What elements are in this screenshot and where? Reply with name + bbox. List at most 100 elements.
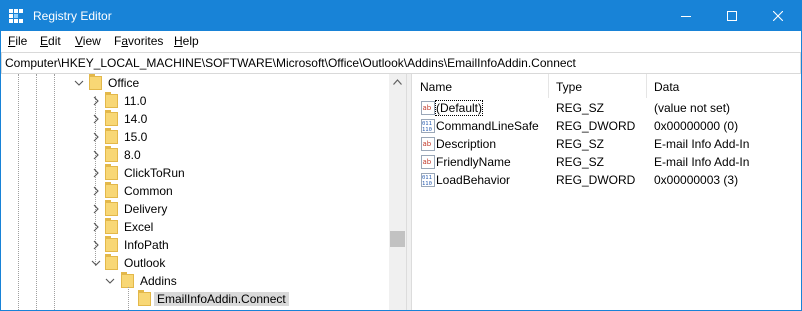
value-data: E-mail Info Add-In bbox=[654, 155, 750, 169]
svg-text:ab: ab bbox=[423, 140, 432, 148]
folder-icon bbox=[89, 74, 102, 90]
tree-item-label: Common bbox=[124, 184, 173, 198]
menu-view-mnemonic: V bbox=[75, 34, 83, 48]
chevron-right-icon[interactable] bbox=[91, 132, 101, 142]
minimize-button[interactable] bbox=[663, 1, 709, 31]
registry-tree[interactable]: Office 11.0 14.0 15.0 8.0 ClickToRun Com… bbox=[1, 74, 406, 310]
tree-item-label: Addins bbox=[140, 274, 177, 288]
maximize-button[interactable] bbox=[709, 1, 755, 31]
value-row-commandlinesafe[interactable]: 011 110 CommandLineSafe REG_DWORD 0x00000… bbox=[413, 117, 801, 135]
chevron-down-icon[interactable] bbox=[91, 258, 101, 268]
tree-item-8-0[interactable]: 8.0 bbox=[1, 146, 389, 164]
binary-value-icon: 011110 bbox=[421, 173, 435, 187]
scroll-up-arrow-icon[interactable] bbox=[393, 79, 402, 85]
chevron-down-icon[interactable] bbox=[74, 78, 84, 88]
menu-bar: File Edit View Favorites Help bbox=[1, 31, 801, 51]
column-header-data[interactable]: Data bbox=[647, 74, 801, 98]
chevron-right-icon[interactable] bbox=[91, 96, 101, 106]
value-type: REG_DWORD bbox=[556, 119, 636, 133]
tree-item-11-0[interactable]: 11.0 bbox=[1, 92, 389, 110]
value-type: REG_SZ bbox=[556, 155, 605, 169]
menu-favorites[interactable]: Favorites bbox=[114, 34, 163, 48]
close-button[interactable] bbox=[755, 1, 801, 31]
value-type: REG_SZ bbox=[556, 101, 605, 115]
tree-item-common[interactable]: Common bbox=[1, 182, 389, 200]
tree-item-outlook[interactable]: Outlook bbox=[1, 254, 389, 272]
value-name: (Default) bbox=[434, 100, 484, 116]
tree-item-label: Outlook bbox=[124, 256, 166, 270]
binary-value-icon: 011110 bbox=[421, 119, 435, 133]
chevron-right-icon[interactable] bbox=[91, 186, 101, 196]
value-type: REG_SZ bbox=[556, 137, 605, 151]
menu-edit[interactable]: Edit bbox=[40, 34, 61, 48]
folder-icon bbox=[105, 218, 118, 234]
tree-scrollbar[interactable] bbox=[389, 74, 406, 310]
tree-item-label: InfoPath bbox=[124, 238, 169, 252]
minimize-icon bbox=[681, 16, 691, 17]
folder-icon bbox=[105, 164, 118, 180]
tree-item-label: EmailInfoAddin.Connect bbox=[154, 292, 289, 306]
value-row-description[interactable]: ab Description REG_SZ E-mail Info Add-In bbox=[413, 135, 801, 153]
title-bar[interactable]: Registry Editor bbox=[1, 1, 801, 31]
chevron-right-icon[interactable] bbox=[91, 114, 101, 124]
tree-item-addins[interactable]: Addins bbox=[1, 272, 389, 290]
value-data: (value not set) bbox=[654, 101, 731, 115]
tree-item-excel[interactable]: Excel bbox=[1, 218, 389, 236]
value-row-default[interactable]: ab (Default) REG_SZ (value not set) bbox=[413, 99, 801, 117]
address-bar[interactable]: Computer\HKEY_LOCAL_MACHINE\SOFTWARE\Mic… bbox=[1, 52, 801, 74]
chevron-right-icon[interactable] bbox=[91, 168, 101, 178]
scrollbar-thumb[interactable] bbox=[390, 231, 405, 247]
tree-item-emailinfoaddin-connect[interactable]: EmailInfoAddin.Connect bbox=[1, 290, 389, 308]
svg-text:ab: ab bbox=[423, 104, 432, 112]
value-name: Description bbox=[436, 137, 497, 151]
folder-icon bbox=[105, 200, 118, 216]
chevron-right-icon[interactable] bbox=[91, 222, 101, 232]
registry-editor-window: Registry Editor File Edit View Favorites… bbox=[0, 0, 802, 311]
column-header-type[interactable]: Type bbox=[549, 74, 647, 98]
tree-item-14-0[interactable]: 14.0 bbox=[1, 110, 389, 128]
chevron-right-icon[interactable] bbox=[91, 150, 101, 160]
folder-icon bbox=[105, 146, 118, 162]
svg-text:ab: ab bbox=[423, 158, 432, 166]
value-name: CommandLineSafe bbox=[436, 119, 539, 133]
tree-item-label: Delivery bbox=[124, 202, 168, 216]
column-header-label: Name bbox=[420, 80, 453, 94]
address-path: Computer\HKEY_LOCAL_MACHINE\SOFTWARE\Mic… bbox=[5, 56, 576, 70]
chevron-right-icon[interactable] bbox=[91, 204, 101, 214]
close-icon bbox=[773, 11, 783, 21]
tree-item-15-0[interactable]: 15.0 bbox=[1, 128, 389, 146]
menu-favorites-label: vorites bbox=[128, 34, 164, 48]
value-row-friendlyname[interactable]: ab FriendlyName REG_SZ E-mail Info Add-I… bbox=[413, 153, 801, 171]
chevron-down-icon[interactable] bbox=[105, 276, 115, 286]
value-row-loadbehavior[interactable]: 011 110 LoadBehavior REG_DWORD 0x00000003… bbox=[413, 171, 801, 189]
registry-editor-icon bbox=[9, 9, 23, 23]
maximize-icon bbox=[727, 11, 737, 21]
value-type: REG_DWORD bbox=[556, 173, 636, 187]
folder-icon bbox=[105, 110, 118, 126]
menu-view-label: iew bbox=[82, 34, 101, 48]
svg-text:110: 110 bbox=[422, 127, 432, 133]
column-header-name[interactable]: Name bbox=[413, 74, 549, 98]
tree-item-delivery[interactable]: Delivery bbox=[1, 200, 389, 218]
tree-item-infopath[interactable]: InfoPath bbox=[1, 236, 389, 254]
menu-help-mnemonic: H bbox=[174, 34, 183, 48]
folder-icon bbox=[105, 92, 118, 108]
folder-icon bbox=[121, 272, 134, 288]
menu-view[interactable]: View bbox=[75, 34, 101, 48]
window-title: Registry Editor bbox=[33, 9, 112, 23]
tree-item-label: Office bbox=[108, 76, 140, 90]
tree-item-clicktorun[interactable]: ClickToRun bbox=[1, 164, 389, 182]
chevron-right-icon[interactable] bbox=[91, 240, 101, 250]
value-data: 0x00000000 (0) bbox=[654, 119, 739, 133]
menu-edit-label: dit bbox=[48, 34, 61, 48]
values-list[interactable]: Name Type Data ab (Default) REG_SZ (valu… bbox=[413, 74, 801, 310]
tree-item-office[interactable]: Office bbox=[1, 74, 389, 92]
folder-icon bbox=[105, 236, 118, 252]
menu-file[interactable]: File bbox=[8, 34, 27, 48]
string-value-icon: ab bbox=[421, 155, 435, 169]
tree-item-label: 11.0 bbox=[124, 94, 147, 108]
value-data: 0x00000003 (3) bbox=[654, 173, 739, 187]
menu-file-label: ile bbox=[15, 34, 28, 48]
menu-help[interactable]: Help bbox=[174, 34, 199, 48]
pane-splitter[interactable] bbox=[406, 74, 412, 310]
